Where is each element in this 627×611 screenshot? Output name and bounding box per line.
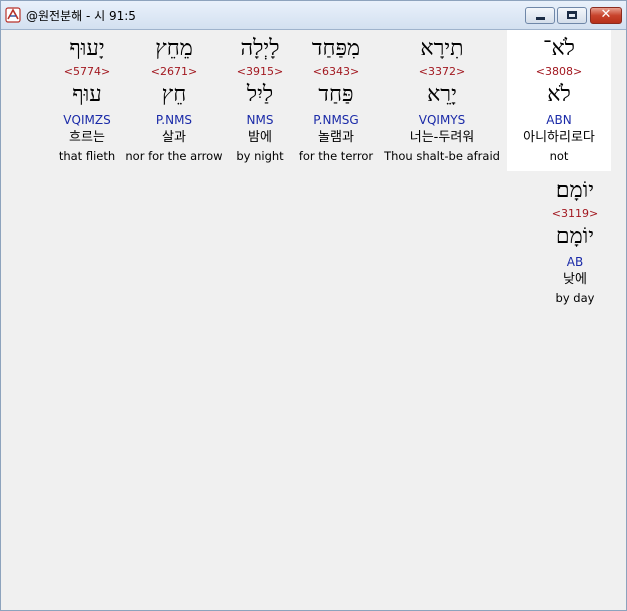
morphology-code: NMS: [246, 113, 274, 127]
word-column[interactable]: מִפַּחַד <6343> פַּחַד P.NMSG 놀램과 for th…: [295, 34, 377, 174]
hebrew-word: יוֹמָם׃: [555, 178, 595, 203]
strong-number-link[interactable]: <3915>: [227, 65, 293, 79]
strong-number-link[interactable]: <3119>: [525, 207, 625, 221]
korean-gloss: 낮에: [563, 272, 587, 287]
english-gloss: not: [549, 149, 569, 163]
morphology-code: AB: [566, 255, 584, 269]
app-window: @원전분해 - 시 91:5 ✕ לֹא־ <3808> לֹא ABN 아니하…: [0, 0, 627, 611]
strong-number-link[interactable]: <6343>: [295, 65, 377, 79]
strong-number-link[interactable]: <2671>: [123, 65, 225, 79]
hebrew-lemma: עוּף: [72, 82, 102, 107]
hebrew-word: לָיְלָה: [240, 36, 280, 61]
english-gloss: for the terror: [298, 149, 374, 163]
word-column[interactable]: לָיְלָה <3915> לַיִל NMS 밤에 by night: [227, 34, 293, 174]
strong-number-link[interactable]: <5774>: [53, 65, 121, 79]
word-column[interactable]: יוֹמָם׃ <3119> יוֹמָם AB 낮에 by day: [525, 176, 625, 316]
hebrew-word: מִפַּחַד: [311, 36, 361, 61]
english-gloss: that flieth: [58, 149, 116, 163]
korean-gloss: 아니하리로다: [523, 130, 595, 145]
morphology-code: ABN: [546, 113, 572, 127]
english-gloss: by night: [236, 149, 284, 163]
english-gloss: nor for the arrow: [125, 149, 223, 163]
morphology-code: VQIMZS: [63, 113, 111, 127]
word-column[interactable]: מֵחֵץ <2671> חֵץ P.NMS 살과 nor for the ar…: [123, 34, 225, 174]
morphology-code: P.NMS: [155, 113, 193, 127]
hebrew-lemma: לֹא: [547, 82, 571, 107]
hebrew-lemma: חֵץ: [161, 82, 187, 107]
morphology-code: VQIMYS: [418, 113, 466, 127]
hebrew-lemma: יוֹמָם: [555, 224, 595, 249]
english-gloss: by day: [555, 291, 595, 305]
word-column[interactable]: יָעוּף <5774> עוּף VQIMZS 흐르는 that fliet…: [53, 34, 121, 174]
minimize-button[interactable]: [525, 7, 555, 24]
word-analysis-panel: לֹא־ <3808> לֹא ABN 아니하리로다 not תִירָא <3…: [5, 30, 621, 606]
word-column[interactable]: תִירָא <3372> יָרֵא VQIMYS 너는-두려워 Thou s…: [379, 34, 505, 174]
hebrew-lemma: יָרֵא: [427, 82, 457, 107]
title-bar[interactable]: @원전분해 - 시 91:5 ✕: [1, 1, 626, 30]
word-column[interactable]: לֹא־ <3808> לֹא ABN 아니하리로다 not: [507, 34, 611, 174]
hebrew-word: לֹא־: [543, 36, 575, 61]
minimize-icon: [536, 17, 545, 20]
close-button[interactable]: ✕: [590, 7, 622, 24]
morphology-code: P.NMSG: [313, 113, 359, 127]
strong-number-link[interactable]: <3372>: [379, 65, 505, 79]
english-gloss: Thou shalt-be afraid: [384, 149, 500, 163]
korean-gloss: 흐르는: [69, 130, 105, 145]
hebrew-word: מֵחֵץ: [155, 36, 193, 61]
close-icon: ✕: [600, 7, 612, 22]
app-icon: [5, 7, 21, 23]
hebrew-word: תִירָא: [420, 36, 464, 61]
korean-gloss: 밤에: [248, 130, 272, 145]
strong-number-link[interactable]: <3808>: [507, 65, 611, 79]
maximize-button[interactable]: [557, 7, 587, 24]
korean-gloss: 살과: [162, 130, 186, 145]
window-title: @원전분해 - 시 91:5: [26, 9, 136, 23]
korean-gloss: 너는-두려워: [409, 130, 475, 145]
hebrew-word: יָעוּף: [69, 36, 105, 61]
hebrew-lemma: לַיִל: [246, 82, 274, 107]
maximize-icon: [567, 11, 577, 19]
korean-gloss: 놀램과: [318, 130, 354, 145]
hebrew-lemma: פַּחַד: [318, 82, 354, 107]
